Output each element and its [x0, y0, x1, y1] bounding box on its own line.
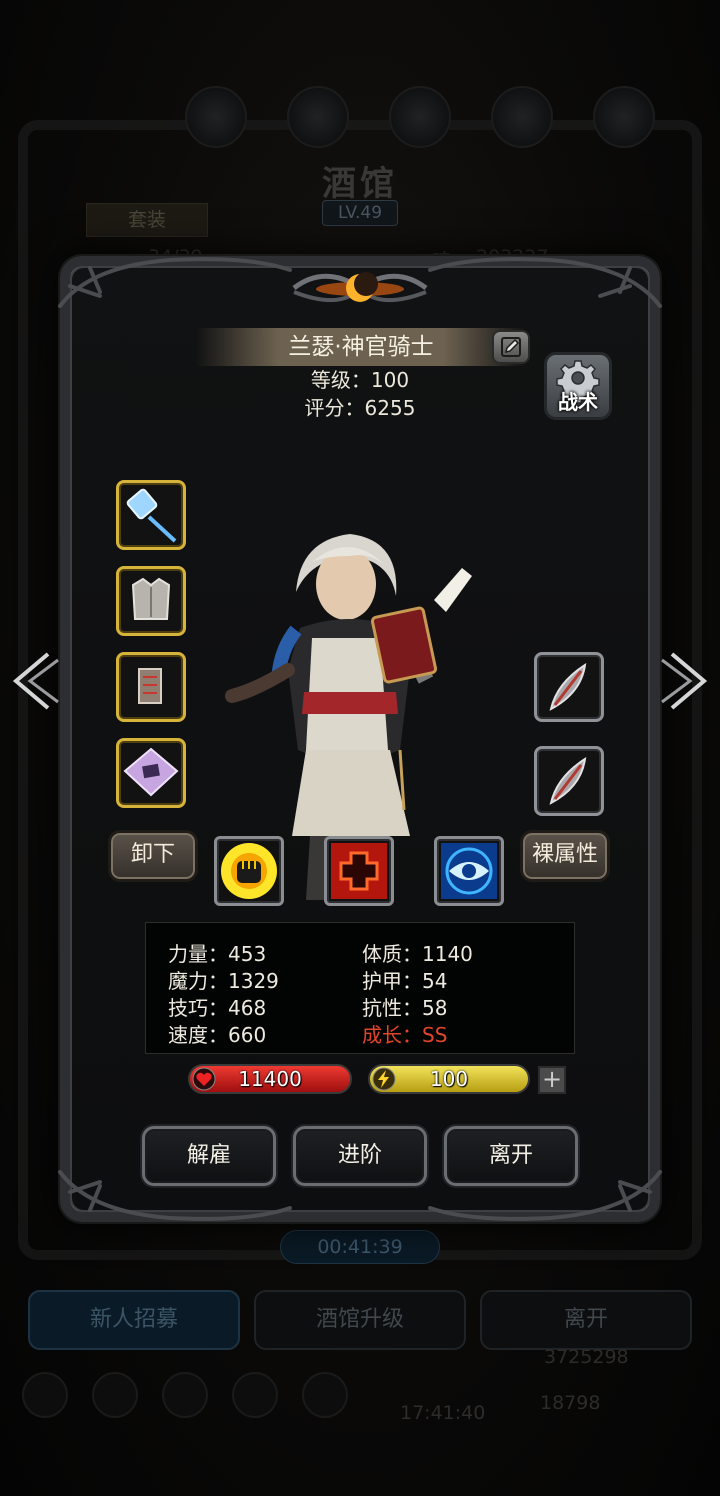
stat-speed: 速度：660	[168, 1023, 267, 1047]
stat-armor: 护甲：54	[362, 969, 448, 993]
rename-button[interactable]	[492, 330, 530, 364]
stat-constitution: 体质：1140	[362, 942, 473, 966]
hammer-weapon-icon	[126, 488, 177, 543]
nav-icon	[92, 1372, 138, 1418]
crest-moon-icon	[292, 272, 428, 303]
hp-bar: 11400	[188, 1064, 352, 1094]
tavern-top-icons	[185, 86, 655, 148]
hero-score: 评分：6255	[304, 396, 416, 420]
bottom-nav	[22, 1372, 348, 1418]
feather-accessory-icon	[549, 662, 587, 711]
next-hero-arrow-icon[interactable]	[658, 650, 712, 712]
advance-button[interactable]: 进阶	[293, 1126, 427, 1186]
add-energy-button[interactable]: +	[538, 1066, 566, 1094]
tavern-timer: 00:41:39	[280, 1230, 440, 1264]
hp-value: 11400	[238, 1067, 302, 1091]
skill-slot-1[interactable]	[214, 836, 284, 906]
skill-slot-3[interactable]	[434, 836, 504, 906]
unequip-button[interactable]: 卸下	[108, 830, 198, 882]
stat-growth: 成长：SS	[362, 1023, 448, 1047]
bg-icon	[185, 86, 247, 148]
eye-skill-icon	[441, 843, 497, 899]
rune-slot[interactable]	[116, 738, 186, 808]
armor-slot[interactable]	[116, 566, 186, 636]
nav-icon	[22, 1372, 68, 1418]
bg-icon	[491, 86, 553, 148]
clock-text: 17:41:40	[400, 1402, 486, 1424]
gold-amount: 3725298	[544, 1346, 629, 1368]
fist-skill-icon	[221, 843, 277, 899]
heal-cross-skill-icon	[331, 843, 387, 899]
leave-button[interactable]: 离开	[444, 1126, 578, 1186]
hero-level: 等级：100	[310, 368, 410, 392]
gloves-slot[interactable]	[116, 652, 186, 722]
pencil-icon	[501, 337, 521, 357]
tactics-button[interactable]: 战术	[544, 352, 612, 420]
bare-stats-button[interactable]: 裸属性	[520, 830, 610, 882]
tavern-level-badge: LV.49	[322, 200, 398, 226]
previous-hero-arrow-icon[interactable]	[8, 650, 62, 712]
tavern-title: 酒馆	[322, 164, 398, 204]
bg-icon	[287, 86, 349, 148]
bg-icon	[389, 86, 451, 148]
gloves-icon	[138, 668, 162, 704]
stat-resistance: 抗性：58	[362, 996, 448, 1020]
accessory-slot-2[interactable]	[534, 746, 604, 816]
tactics-label: 战术	[558, 390, 598, 414]
energy-bar: 100	[368, 1064, 530, 1094]
nav-icon	[232, 1372, 278, 1418]
nav-icon	[302, 1372, 348, 1418]
tavern-upgrade-button: 酒馆升级	[254, 1290, 466, 1350]
recruit-button: 新人招募	[28, 1290, 240, 1350]
stat-strength: 力量：453	[168, 942, 267, 966]
accessory-slot-1[interactable]	[534, 652, 604, 722]
weapon-slot[interactable]	[116, 480, 186, 550]
hero-name: 兰瑟·神官骑士	[288, 334, 434, 360]
stat-magic: 魔力：1329	[168, 969, 279, 993]
stat-skill: 技巧：468	[168, 996, 267, 1020]
energy-value: 100	[429, 1067, 469, 1091]
rune-tablet-icon	[123, 747, 179, 797]
chest-armor-icon	[131, 577, 171, 620]
feather-accessory-icon	[549, 756, 587, 805]
gem-amount: 18798	[540, 1392, 601, 1414]
dismiss-button[interactable]: 解雇	[142, 1126, 276, 1186]
skill-slot-2[interactable]	[324, 836, 394, 906]
bg-icon	[593, 86, 655, 148]
suit-tab: 套装	[86, 203, 208, 237]
nav-icon	[162, 1372, 208, 1418]
tavern-leave-button: 离开	[480, 1290, 692, 1350]
